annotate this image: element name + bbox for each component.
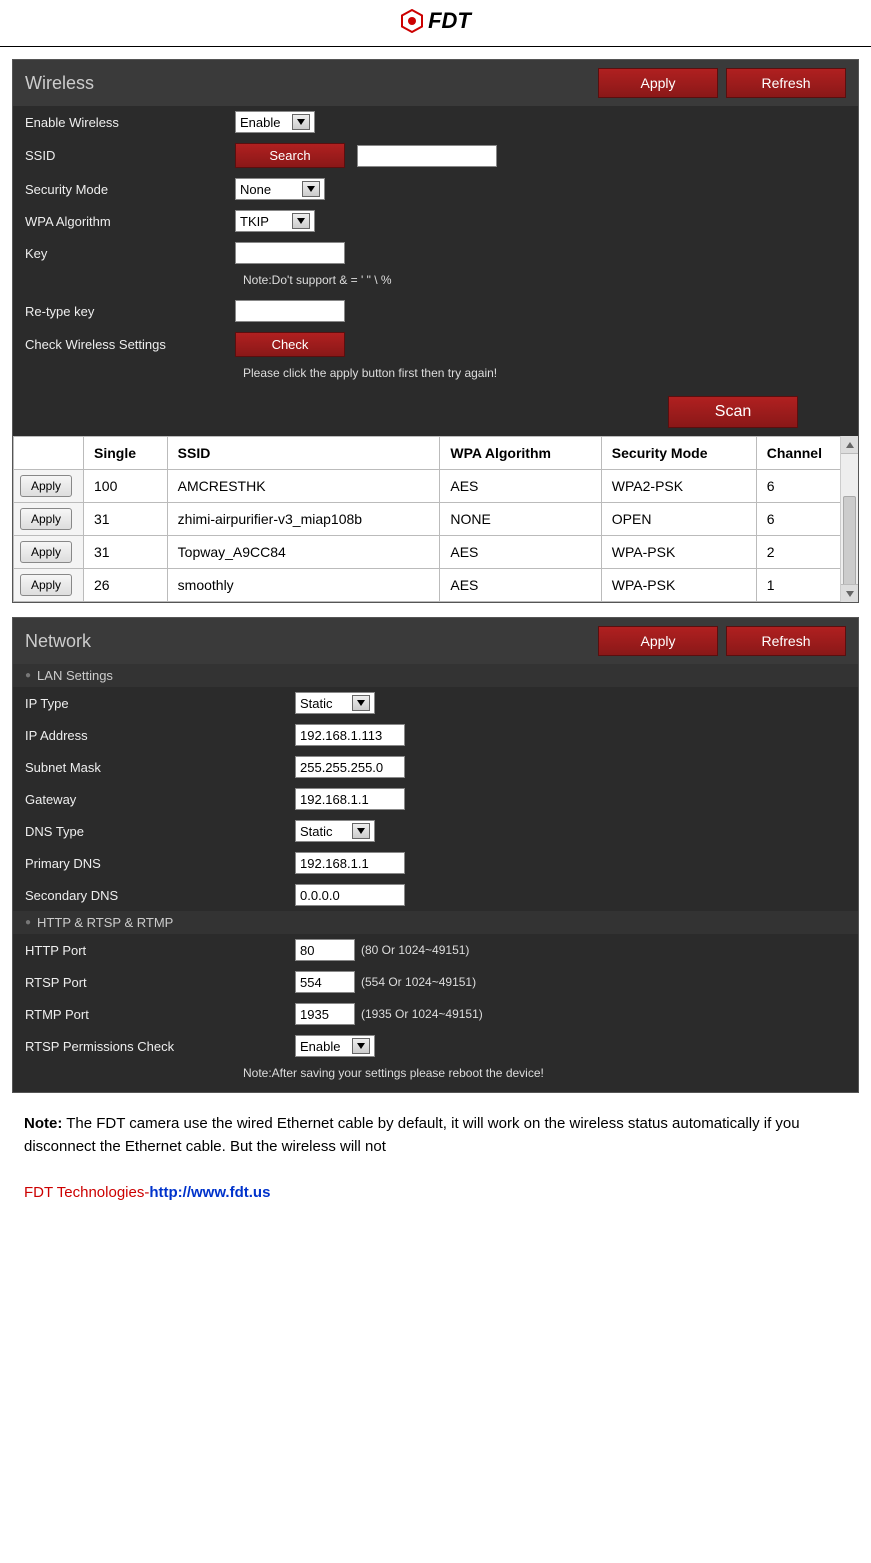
wireless-panel: Wireless Apply Refresh Enable Wireless E… <box>12 59 859 603</box>
ip-type-select[interactable]: Static <box>295 692 375 714</box>
rtsp-port-input[interactable] <box>295 971 355 993</box>
rtsp-permissions-label: RTSP Permissions Check <box>25 1039 295 1054</box>
http-port-input[interactable] <box>295 939 355 961</box>
ip-type-label: IP Type <box>25 696 295 711</box>
ssid-label: SSID <box>25 148 235 163</box>
chevron-down-icon <box>292 213 310 229</box>
bullet-icon: ● <box>25 670 31 681</box>
brand-text: FDT <box>428 8 471 34</box>
key-label: Key <box>25 246 235 261</box>
refresh-button[interactable]: Refresh <box>726 68 846 98</box>
subnet-mask-label: Subnet Mask <box>25 760 295 775</box>
chevron-down-icon <box>352 823 370 839</box>
rtsp-port-label: RTSP Port <box>25 975 295 990</box>
apply-row-button[interactable]: Apply <box>20 508 72 530</box>
primary-dns-input[interactable] <box>295 852 405 874</box>
network-title: Network <box>25 631 598 652</box>
scroll-down-icon[interactable] <box>841 584 858 602</box>
check-button[interactable]: Check <box>235 332 345 357</box>
apply-row-button[interactable]: Apply <box>20 541 72 563</box>
footer-url[interactable]: http://www.fdt.us <box>149 1184 270 1201</box>
secondary-dns-label: Secondary DNS <box>25 888 295 903</box>
table-row: Apply31Topway_A9CC84AESWPA-PSK2 <box>14 536 858 569</box>
table-row: Apply100AMCRESTHKAESWPA2-PSK6 <box>14 470 858 503</box>
page-note: Note: The FDT camera use the wired Ether… <box>12 1107 859 1164</box>
scan-button[interactable]: Scan <box>668 396 798 428</box>
page-header: FDT <box>0 0 871 47</box>
http-port-hint: (80 Or 1024~49151) <box>361 943 469 957</box>
apply-row-button[interactable]: Apply <box>20 574 72 596</box>
rtmp-port-hint: (1935 Or 1024~49151) <box>361 1007 483 1021</box>
key-input[interactable] <box>235 242 345 264</box>
http-port-label: HTTP Port <box>25 943 295 958</box>
chevron-down-icon <box>352 695 370 711</box>
ip-address-label: IP Address <box>25 728 295 743</box>
check-settings-label: Check Wireless Settings <box>25 337 235 352</box>
save-note: Note:After saving your settings please r… <box>13 1062 858 1092</box>
retype-key-input[interactable] <box>235 300 345 322</box>
table-row: Apply31zhimi-airpurifier-v3_miap108bNONE… <box>14 503 858 536</box>
apply-row-button[interactable]: Apply <box>20 475 72 497</box>
table-header: Single <box>84 437 168 470</box>
rtsp-permissions-select[interactable]: Enable <box>295 1035 375 1057</box>
logo-icon <box>400 9 424 33</box>
enable-wireless-select[interactable]: Enable <box>235 111 315 133</box>
primary-dns-label: Primary DNS <box>25 856 295 871</box>
scroll-thumb[interactable] <box>843 496 856 586</box>
page-footer: FDT Technologies-http://www.fdt.us <box>12 1164 859 1211</box>
refresh-button[interactable]: Refresh <box>726 626 846 656</box>
table-header: SSID <box>167 437 440 470</box>
network-panel: Network Apply Refresh ● LAN Settings IP … <box>12 617 859 1093</box>
secondary-dns-input[interactable] <box>295 884 405 906</box>
wireless-header: Wireless Apply Refresh <box>13 60 858 106</box>
wpa-algorithm-label: WPA Algorithm <box>25 214 235 229</box>
wpa-algorithm-select[interactable]: TKIP <box>235 210 315 232</box>
security-mode-select[interactable]: None <box>235 178 325 200</box>
dns-type-select[interactable]: Static <box>295 820 375 842</box>
rtmp-port-label: RTMP Port <box>25 1007 295 1022</box>
search-button[interactable]: Search <box>235 143 345 168</box>
check-hint: Please click the apply button first then… <box>13 362 858 388</box>
apply-button[interactable]: Apply <box>598 68 718 98</box>
ssid-input[interactable] <box>357 145 497 167</box>
apply-button[interactable]: Apply <box>598 626 718 656</box>
dns-type-label: DNS Type <box>25 824 295 839</box>
table-header: Security Mode <box>601 437 756 470</box>
key-note: Note:Do't support & = ' " \ % <box>13 269 858 295</box>
rtmp-port-input[interactable] <box>295 1003 355 1025</box>
table-header <box>14 437 84 470</box>
subnet-mask-input[interactable] <box>295 756 405 778</box>
retype-key-label: Re-type key <box>25 304 235 319</box>
security-mode-label: Security Mode <box>25 182 235 197</box>
chevron-down-icon <box>302 181 320 197</box>
gateway-label: Gateway <box>25 792 295 807</box>
enable-wireless-label: Enable Wireless <box>25 115 235 130</box>
bullet-icon: ● <box>25 917 31 928</box>
chevron-down-icon <box>352 1038 370 1054</box>
scan-results-table: SingleSSIDWPA AlgorithmSecurity ModeChan… <box>13 436 858 602</box>
network-header: Network Apply Refresh <box>13 618 858 664</box>
ip-address-input[interactable] <box>295 724 405 746</box>
scrollbar[interactable] <box>840 436 858 602</box>
brand-logo: FDT <box>400 8 471 34</box>
wireless-title: Wireless <box>25 73 598 94</box>
table-row: Apply26smoothlyAESWPA-PSK1 <box>14 569 858 602</box>
rtsp-port-hint: (554 Or 1024~49151) <box>361 975 476 989</box>
scroll-up-icon[interactable] <box>841 436 858 454</box>
chevron-down-icon <box>292 114 310 130</box>
gateway-input[interactable] <box>295 788 405 810</box>
lan-settings-section: ● LAN Settings <box>13 664 858 687</box>
http-rtsp-rtmp-section: ● HTTP & RTSP & RTMP <box>13 911 858 934</box>
table-header: WPA Algorithm <box>440 437 601 470</box>
